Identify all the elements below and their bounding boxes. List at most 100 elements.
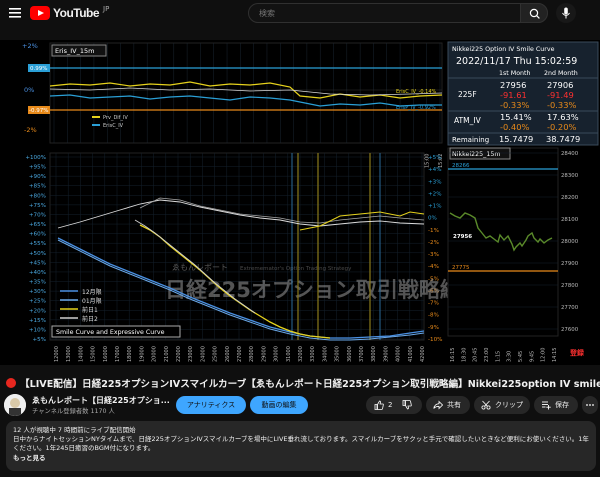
- legend-jan: 01月限: [82, 297, 102, 305]
- strike-tick-label: 26000: [225, 346, 231, 362]
- mini-axis-tick: 27800: [561, 283, 579, 289]
- youtube-logo[interactable]: YouTube JP: [30, 5, 109, 21]
- mini-corner-label: 登録: [569, 348, 585, 357]
- legend-dec: 12月限: [82, 288, 102, 296]
- video-title: 【LIVE配信】日経225オプションIVスマイルカーブ【ゑもんレポート日経225…: [20, 379, 600, 390]
- mini-blue-level: 28266: [452, 163, 470, 169]
- mini-time-tick: 9:45: [529, 351, 535, 362]
- strike-tick-label: 13000: [66, 346, 72, 362]
- strike-tick-label: 35000: [335, 346, 341, 362]
- search-button[interactable]: [520, 3, 548, 23]
- logo-region: JP: [103, 5, 110, 13]
- table-atm-chg-2: -0.20%: [547, 122, 576, 132]
- mini-time-tick: 23:00: [484, 348, 490, 362]
- mini-axis-tick: 28300: [561, 173, 579, 179]
- mini-axis-tick: 27600: [561, 327, 579, 333]
- left-axis-tick: +50%: [29, 251, 46, 257]
- right-axis-tick: -8%: [428, 313, 439, 319]
- save-button[interactable]: 保存: [534, 396, 578, 414]
- strike-tick-label: 30000: [274, 346, 280, 362]
- channel-row: ゑもんレポート【日経225オプショ... チャンネル登録者数 1170 人 アナ…: [4, 393, 598, 417]
- table-atm-label: ATM_IV: [454, 116, 482, 125]
- channel-avatar[interactable]: [4, 394, 26, 416]
- more-actions-button[interactable]: [582, 396, 598, 414]
- mini-axis-tick: 27700: [561, 305, 579, 311]
- left-axis-tick: +30%: [29, 289, 46, 295]
- share-button[interactable]: 共有: [426, 396, 470, 414]
- right-axis-tick: -4%: [428, 264, 439, 270]
- table-atm-2: 17.63%: [547, 112, 579, 122]
- strike-tick-label: 20000: [152, 346, 158, 362]
- thumbs-down-icon: [402, 400, 412, 410]
- strike-tick-label: 17000: [115, 346, 121, 362]
- scissors-icon: [481, 400, 491, 410]
- mini-time-tick: 1:15: [495, 351, 501, 362]
- analytics-button[interactable]: アナリティクス: [176, 396, 246, 414]
- strike-tick-label: 38000: [371, 346, 377, 362]
- menu-icon[interactable]: [8, 6, 22, 20]
- mini-axis-tick: 27900: [561, 261, 579, 267]
- strike-tick-label: 36000: [347, 346, 353, 362]
- right-axis-tick: +2%: [428, 191, 442, 197]
- strike-tick-label: 24000: [200, 346, 206, 362]
- mini-time-tick: 3:30: [507, 351, 513, 362]
- right-axis-tick: -10%: [428, 337, 442, 343]
- video-player[interactable]: +2% 0% -2% Eris_IV_15m 0.99% -0.97% Eris…: [0, 40, 600, 365]
- right-axis-tick: +4%: [428, 167, 442, 173]
- strike-tick-label: 31000: [286, 346, 292, 362]
- mini-time-tick: 16:15: [450, 348, 456, 362]
- strike-tick-label: 25000: [213, 346, 219, 362]
- top-axis-minus2: -2%: [24, 126, 37, 134]
- table-col1: 1st Month: [499, 70, 531, 77]
- table-f-price-2: 27906: [547, 80, 573, 90]
- left-axis-tick: +20%: [29, 308, 46, 314]
- search-icon: [529, 8, 540, 19]
- strike-tick-label: 23000: [188, 346, 194, 362]
- table-f-price-1: 27956: [500, 80, 526, 90]
- badge-blue: 0.99%: [30, 66, 47, 72]
- top-axis-plus2: +2%: [22, 42, 38, 50]
- strike-tick-label: 18000: [127, 346, 133, 362]
- save-label: 保存: [555, 401, 569, 409]
- youtube-play-icon: [30, 6, 50, 20]
- table-f-chg-1: -91.61: [500, 90, 527, 100]
- mini-time-tick: 12:00: [541, 348, 547, 362]
- description-stats: 12 人が視聴中 7 時間前にライブ配信開始: [13, 426, 136, 434]
- left-axis-tick: +10%: [29, 327, 46, 333]
- microphone-icon: [562, 7, 570, 19]
- voice-search-button[interactable]: [556, 3, 576, 23]
- legend-prev1: 前日1: [82, 306, 98, 314]
- strike-tick-label: 15000: [91, 346, 97, 362]
- table-atm-chg-1: -0.40%: [500, 122, 529, 132]
- like-button[interactable]: 2: [366, 396, 422, 414]
- mini-time-tick: 18:30: [461, 348, 467, 362]
- table-f-pct-1: -0.33%: [500, 100, 529, 110]
- mini-time-tick: 14:15: [552, 348, 558, 362]
- clip-button[interactable]: クリップ: [474, 396, 530, 414]
- search-input[interactable]: [248, 3, 548, 23]
- right-axis-tick: -9%: [428, 325, 439, 331]
- mini-time-tick: 20:45: [473, 348, 479, 362]
- strike-tick-label: 28000: [249, 346, 255, 362]
- left-axis-tick: +40%: [29, 270, 46, 276]
- logo-text: YouTube: [53, 6, 100, 20]
- right-axis-tick: +5%: [428, 155, 442, 161]
- share-icon: [433, 400, 443, 410]
- show-more-link[interactable]: もっと見る: [13, 454, 589, 463]
- left-axis-tick: +100%: [25, 155, 46, 161]
- video-title-row: 【LIVE配信】日経225オプションIVスマイルカーブ【ゑもんレポート日経225…: [6, 376, 600, 390]
- channel-name[interactable]: ゑもんレポート【日経225オプショ...: [32, 395, 170, 406]
- edit-video-button[interactable]: 動画の編集: [250, 396, 308, 414]
- left-axis-tick: +90%: [29, 174, 46, 180]
- left-axis-tick: +80%: [29, 193, 46, 199]
- strike-tick-label: 40000: [396, 346, 402, 362]
- mini-axis-tick: 28400: [561, 151, 579, 157]
- share-label: 共有: [447, 401, 461, 409]
- subscriber-count: チャンネル登録者数 1170 人: [32, 408, 115, 415]
- description-box[interactable]: 12 人が視聴中 7 時間前にライブ配信開始 日中からナイトセッションNYタイム…: [6, 421, 596, 471]
- strike-tick-label: 21000: [164, 346, 170, 362]
- left-axis-tick: +35%: [29, 280, 46, 286]
- table-title: Nikkei225 Option IV Smile Curve: [452, 46, 555, 53]
- like-count: 2: [388, 401, 393, 409]
- right-axis-tick: -1%: [428, 228, 439, 234]
